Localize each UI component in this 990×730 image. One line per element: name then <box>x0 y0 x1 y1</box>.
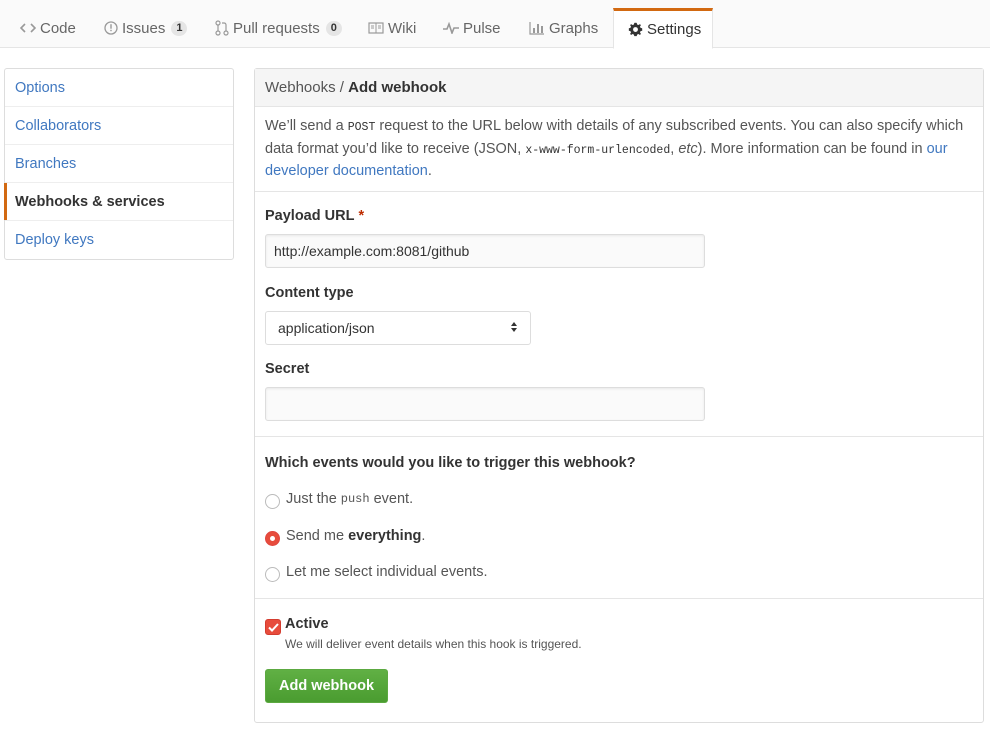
push-code: push <box>340 492 370 506</box>
active-checkbox[interactable] <box>265 619 281 635</box>
code-icon <box>20 22 36 34</box>
tab-label: Pulse <box>463 19 501 37</box>
payload-url-input[interactable] <box>265 234 705 268</box>
intro-text-part: . <box>427 163 432 179</box>
tab-wiki[interactable]: Wiki <box>362 8 424 48</box>
add-webhook-button[interactable]: Add webhook <box>265 669 389 703</box>
intro-text: We’ll send a POST request to the URL bel… <box>255 107 983 192</box>
intro-text-part: ). More information can be found in <box>697 140 927 157</box>
issue-icon <box>104 21 118 35</box>
active-label: Active <box>285 616 329 632</box>
tab-graphs[interactable]: Graphs <box>523 8 606 48</box>
intro-text-part: We’ll send a <box>265 118 348 134</box>
urlencoded-code: x-www-form-urlencoded <box>525 143 671 157</box>
webhook-config-section: Payload URL* Content type application/js… <box>255 192 983 437</box>
event-option-individual[interactable]: Let me select individual events. <box>265 562 488 582</box>
content-type-label: Content type <box>265 285 354 301</box>
required-marker: * <box>358 208 365 224</box>
tab-label: Graphs <box>549 19 599 37</box>
gear-icon <box>628 22 643 37</box>
pulse-icon <box>443 22 459 34</box>
tab-pull-requests[interactable]: Pull requests 0 <box>209 8 350 48</box>
settings-sidebar: Options Collaborators Branches Webhooks … <box>4 68 234 260</box>
active-section: Active We will deliver event details whe… <box>255 599 983 719</box>
sidebar-item-webhooks-services[interactable]: Webhooks & services <box>4 183 233 221</box>
breadcrumb-separator: / <box>339 79 344 96</box>
events-question: Which events would you like to trigger t… <box>265 455 636 471</box>
everything-bold: everything <box>348 528 422 544</box>
etc-emphasis: etc <box>678 140 698 157</box>
tab-label: Settings <box>647 21 702 38</box>
sidebar-item-deploy-keys[interactable]: Deploy keys <box>5 221 233 259</box>
pull-request-icon <box>215 20 229 36</box>
sidebar-item-branches[interactable]: Branches <box>5 145 233 183</box>
add-webhook-panel: Webhooks / Add webhook We’ll send a POST… <box>254 68 984 723</box>
select-arrows-icon <box>510 320 518 336</box>
individual-events-radio[interactable] <box>265 566 280 582</box>
everything-radio[interactable] <box>265 530 280 546</box>
tab-label: Pull requests <box>233 19 320 37</box>
payload-url-label: Payload URL * <box>265 208 364 224</box>
tab-pulse[interactable]: Pulse <box>437 8 509 48</box>
tab-label: Issues <box>122 19 166 37</box>
book-icon <box>368 22 384 34</box>
radio-label-text: Just the <box>286 491 337 507</box>
events-section: Which events would you like to trigger t… <box>255 437 983 599</box>
event-option-push[interactable]: Just the push event. <box>265 489 413 509</box>
post-code: POST <box>347 121 376 134</box>
active-help-text: We will deliver event details when this … <box>285 637 582 651</box>
event-option-everything[interactable]: Send me everything. <box>265 526 425 546</box>
tab-label: Code <box>40 19 76 37</box>
checkmark-icon <box>267 622 279 632</box>
secret-label: Secret <box>265 361 310 377</box>
repo-nav: Code Issues 1 Pull requests 0 Wiki Pulse… <box>0 0 990 49</box>
issues-counter: 1 <box>171 20 188 36</box>
radio-label-text: Let me select individual events. <box>286 564 488 580</box>
page-title: Add webhook <box>348 79 447 96</box>
payload-url-label-text: Payload URL <box>265 208 355 224</box>
tab-label: Wiki <box>388 19 417 37</box>
breadcrumb-webhooks-link[interactable]: Webhooks <box>265 79 336 96</box>
secret-input[interactable] <box>265 387 705 421</box>
pull-requests-counter: 0 <box>325 20 342 36</box>
radio-label-text: Send me <box>286 528 345 544</box>
radio-label-text: event. <box>373 491 414 507</box>
content-type-select[interactable]: application/json <box>265 311 531 345</box>
graph-icon <box>529 21 545 35</box>
sidebar-item-collaborators[interactable]: Collaborators <box>5 107 233 145</box>
radio-label-text: . <box>421 528 426 544</box>
tab-settings[interactable]: Settings <box>613 8 713 49</box>
sidebar-item-options[interactable]: Options <box>5 69 233 107</box>
breadcrumb: Webhooks / Add webhook <box>255 69 983 107</box>
content-type-selected-value: application/json <box>278 320 375 336</box>
tab-code[interactable]: Code <box>14 8 84 48</box>
tab-issues[interactable]: Issues 1 <box>98 8 195 48</box>
push-event-radio[interactable] <box>265 493 280 509</box>
